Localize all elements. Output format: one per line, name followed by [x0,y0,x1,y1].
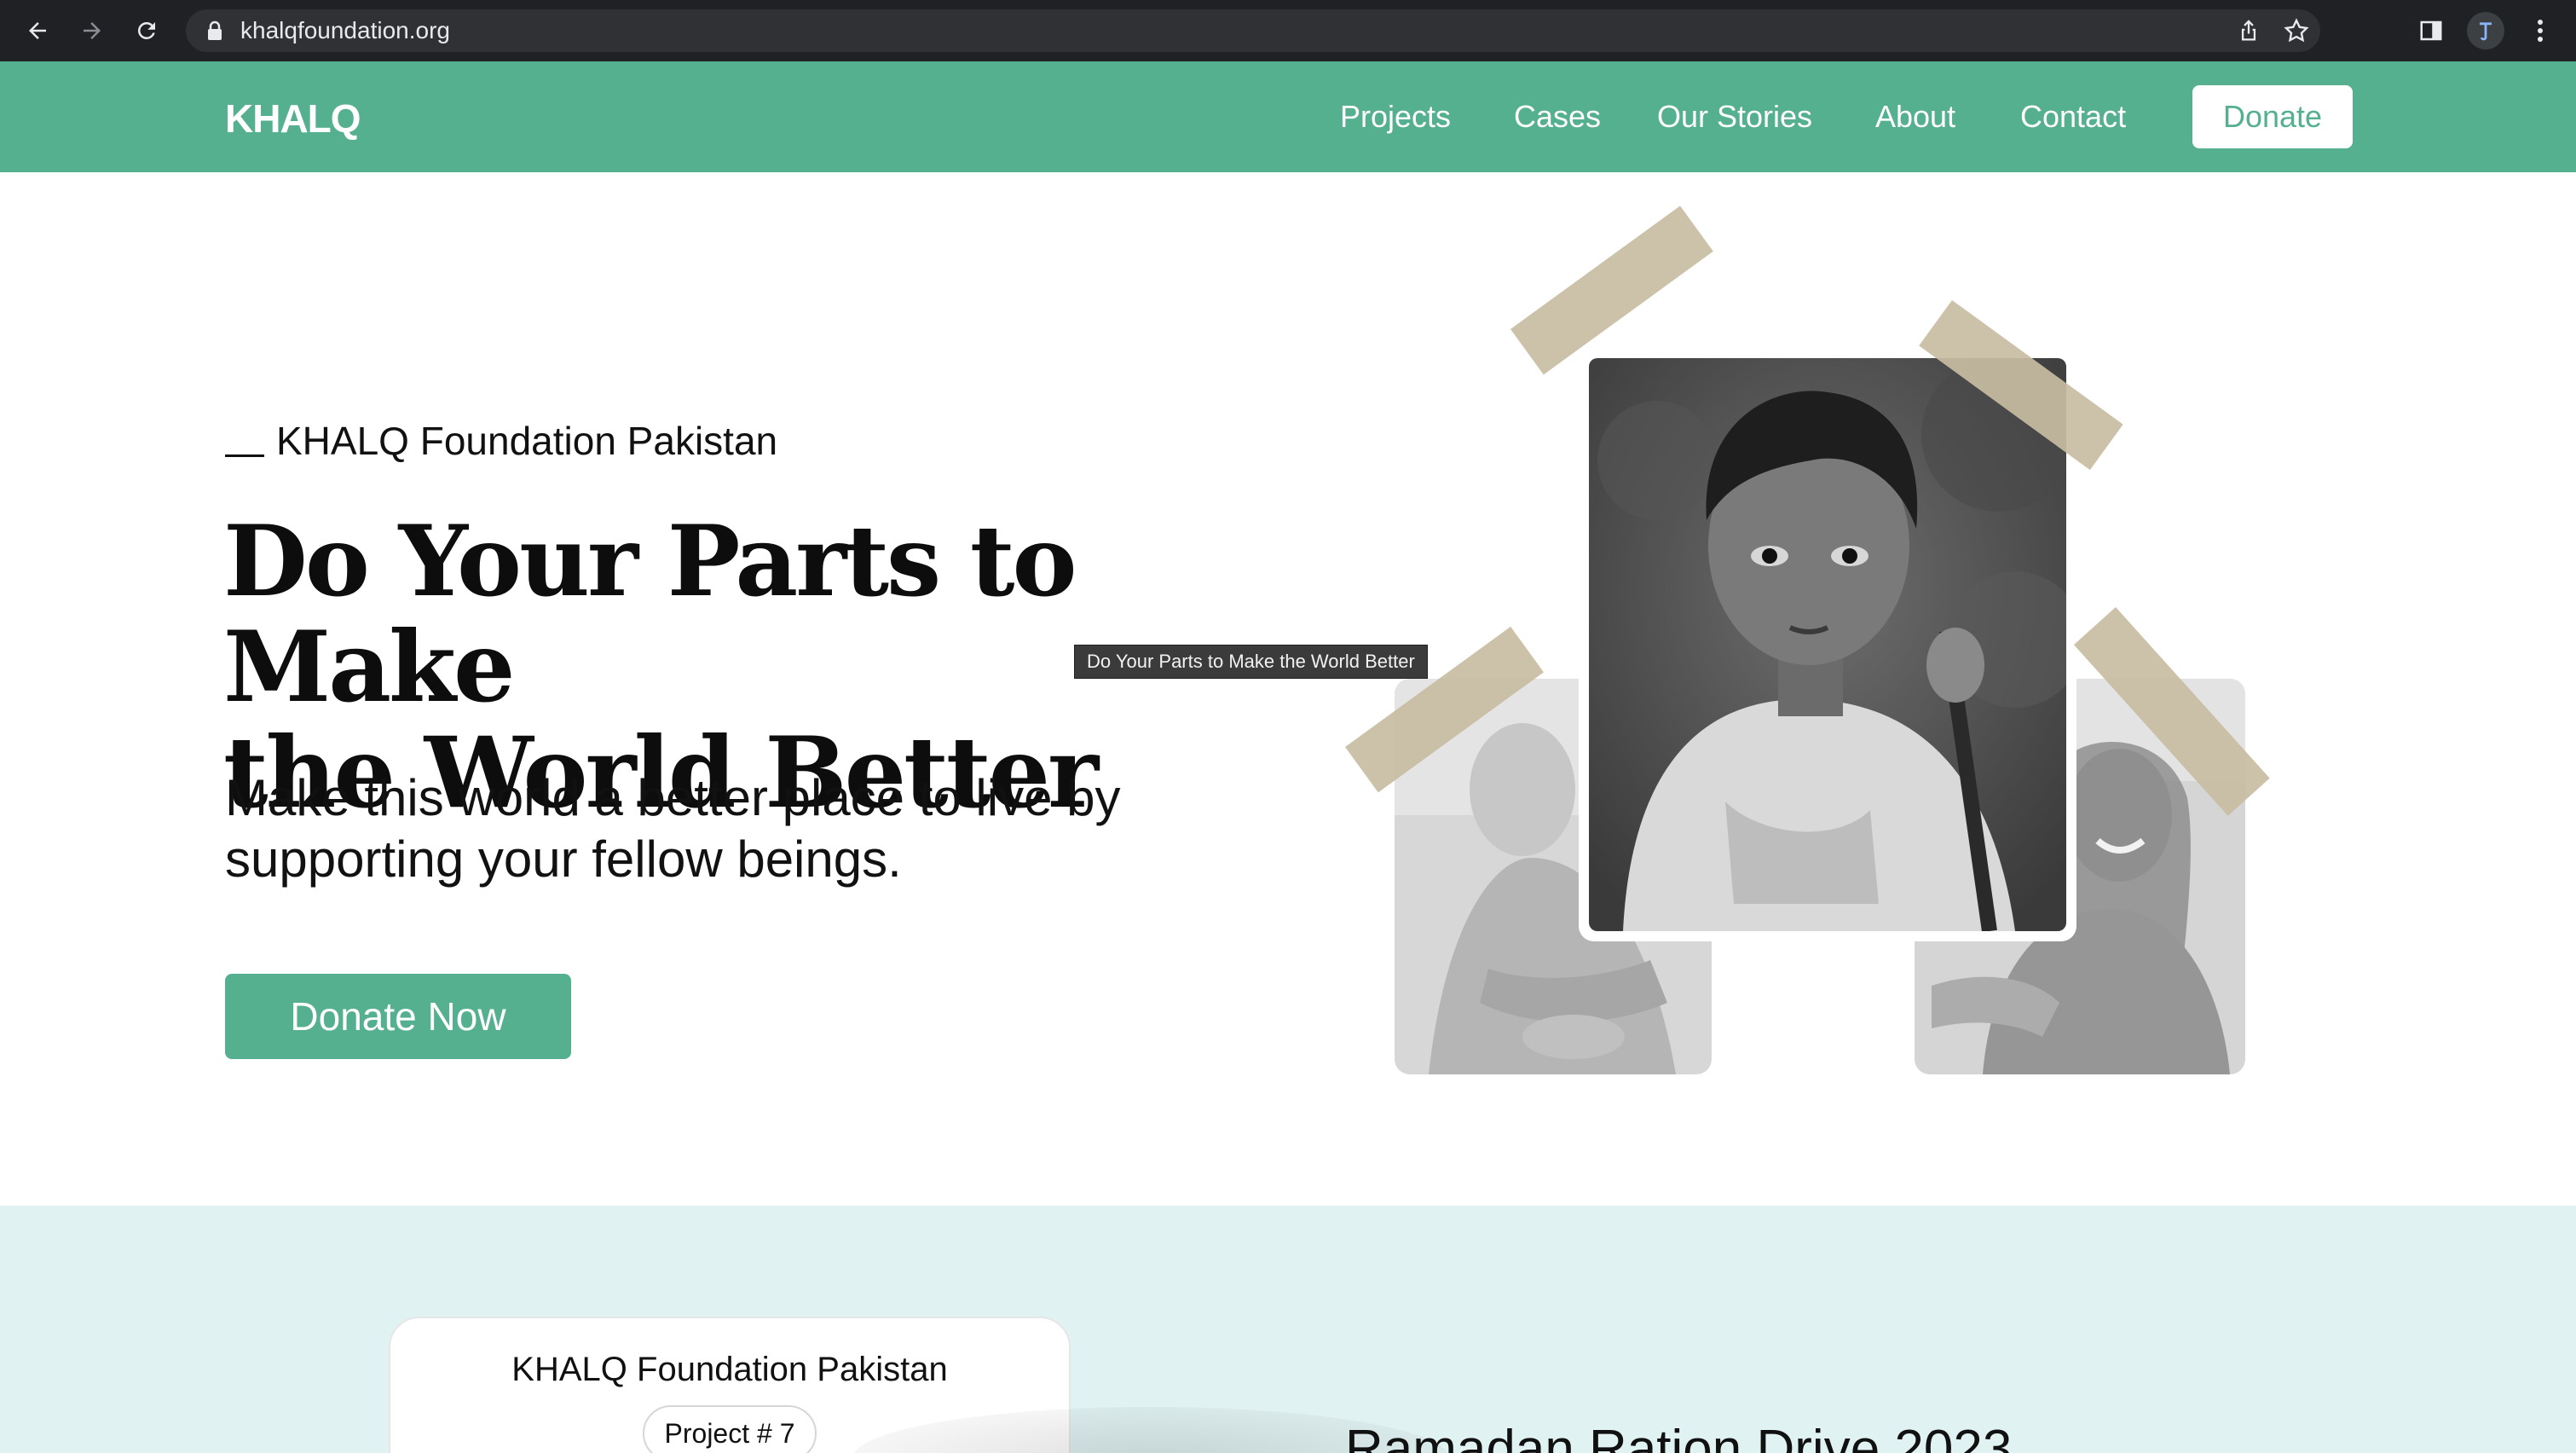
side-panel-button[interactable] [2412,12,2450,49]
headline-line-1: Do Your Parts to Make [223,504,1077,724]
ration-drive-title: Ramadan Ration Drive 2023 [1345,1420,2013,1453]
lock-icon [208,20,222,40]
profile-avatar[interactable] [2467,12,2504,49]
boy-portrait-photo [1579,348,2076,941]
nav-link-projects[interactable]: Projects [1340,99,1451,135]
nav-link-our-stories[interactable]: Our Stories [1657,99,1812,135]
more-vertical-icon [2538,20,2543,42]
share-icon[interactable] [2237,18,2261,43]
nav-link-contact[interactable]: Contact [2020,99,2126,135]
donate-button[interactable]: Donate [2192,85,2353,148]
site-header: KHALQ Projects Cases Our Stories About C… [0,61,2576,172]
subtext-line-2: supporting your fellow beings. [225,831,902,888]
reload-icon [137,21,155,39]
browser-toolbar: khalqfoundation.org [0,0,2576,61]
nav-link-about[interactable]: About [1875,99,1955,135]
back-button[interactable] [19,12,56,49]
donate-now-button[interactable]: Donate Now [225,974,571,1059]
side-panel-icon [2420,20,2442,41]
address-bar[interactable]: khalqfoundation.org [186,9,2320,52]
eyebrow-text: KHALQ Foundation Pakistan [276,419,778,463]
headline-tooltip: Do Your Parts to Make the World Better [1074,645,1428,679]
site-logo[interactable]: KHALQ [225,96,361,142]
profile-icon [2480,22,2492,41]
project-number-badge: Project # 7 [643,1405,817,1453]
forward-button[interactable] [73,12,111,49]
eyebrow-dash [225,454,264,457]
subtext-line-1: Make this world a better place to live b… [225,769,1121,826]
nav-link-cases[interactable]: Cases [1514,99,1601,135]
reload-button[interactable] [128,12,165,49]
bookmark-star-icon[interactable] [2283,17,2310,44]
url-text: khalqfoundation.org [240,17,450,43]
hero-subtext: Make this world a better place to live b… [225,767,1248,890]
hero-eyebrow: KHALQ Foundation Pakistan [225,418,777,464]
project-card-title: KHALQ Foundation Pakistan [511,1351,948,1388]
forward-arrow-icon [84,22,101,39]
menu-button[interactable] [2521,12,2559,49]
back-arrow-icon [29,22,46,39]
